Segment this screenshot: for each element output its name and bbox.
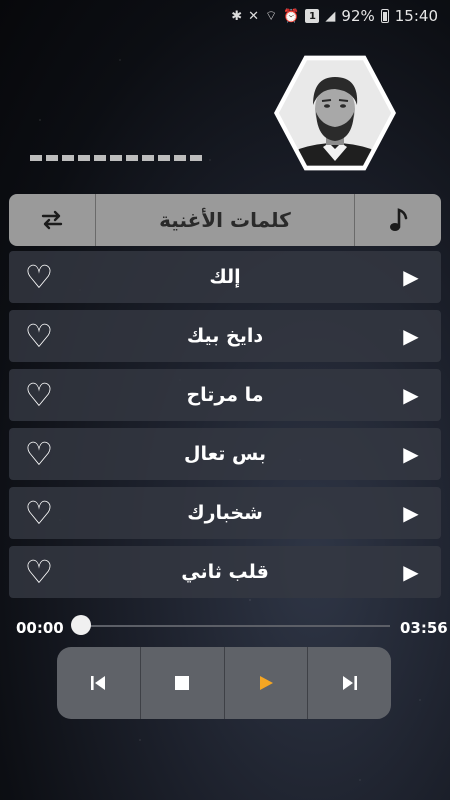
favorite-heart-icon[interactable]: ♡	[9, 556, 69, 588]
play-song-icon[interactable]: ▶	[381, 265, 441, 289]
play-icon	[259, 676, 273, 690]
avatar-frame	[274, 55, 396, 171]
equalizer-segment	[158, 155, 170, 161]
play-song-icon[interactable]: ▶	[381, 560, 441, 584]
favorite-heart-icon[interactable]: ♡	[9, 320, 69, 352]
sim-icon: 1	[305, 9, 320, 23]
equalizer-segment	[94, 155, 106, 161]
play-song-icon[interactable]: ▶	[381, 383, 441, 407]
music-note-icon	[390, 208, 408, 231]
total-duration: 03:56	[400, 619, 448, 637]
equalizer-segment	[142, 155, 154, 161]
skip-previous-icon	[91, 676, 106, 690]
clock: 15:40	[394, 7, 438, 25]
play-song-icon[interactable]: ▶	[381, 324, 441, 348]
battery-icon	[380, 9, 389, 23]
favorite-heart-icon[interactable]: ♡	[9, 379, 69, 411]
battery-percent: 92%	[341, 7, 375, 25]
song-title: دايخ بيك	[186, 325, 264, 347]
elapsed-time: 00:00	[16, 619, 64, 637]
equalizer-indicator	[30, 155, 202, 161]
song-title: شخبارك	[187, 502, 263, 524]
song-row[interactable]: ♡ دايخ بيك ▶	[9, 310, 441, 362]
next-button[interactable]	[307, 647, 391, 719]
wifi-icon: ⌔	[265, 9, 278, 24]
play-song-icon[interactable]: ▶	[381, 501, 441, 525]
equalizer-segment	[46, 155, 58, 161]
favorite-heart-icon[interactable]: ♡	[9, 261, 69, 293]
alarm-icon: ⏰	[283, 8, 300, 24]
song-row[interactable]: ♡ شخبارك ▶	[9, 487, 441, 539]
equalizer-segment	[30, 155, 42, 161]
bluetooth-icon: ✱	[231, 8, 243, 24]
song-title: بس تعال	[183, 443, 267, 465]
equalizer-segment	[110, 155, 122, 161]
artist-avatar	[274, 52, 396, 174]
previous-button[interactable]	[57, 647, 140, 719]
status-bar: ✱ ✕ ⌔ ⏰ 1 ◢ 92% 15:40	[0, 0, 450, 32]
play-song-icon[interactable]: ▶	[381, 442, 441, 466]
equalizer-segment	[174, 155, 186, 161]
artist-photo	[279, 60, 391, 166]
equalizer-segment	[78, 155, 90, 161]
mute-icon: ✕	[248, 8, 259, 24]
equalizer-segment	[126, 155, 138, 161]
stop-icon	[175, 676, 190, 690]
song-title: ما مرتاح	[186, 384, 264, 406]
lyrics-title-button[interactable]: كلمات الأغنية	[96, 194, 354, 246]
song-list: ♡ إلك ▶ ♡ دايخ بيك ▶ ♡ ما مرتاح ▶ ♡ بس ت…	[9, 251, 441, 605]
artist-portrait-icon	[279, 60, 391, 166]
music-button[interactable]	[354, 194, 441, 246]
app-screen: ✱ ✕ ⌔ ⏰ 1 ◢ 92% 15:40 كلمات الأغنية ♡ إل…	[0, 0, 450, 800]
signal-icon: ◢	[325, 8, 336, 24]
playback-controls	[57, 647, 391, 719]
lyrics-header: كلمات الأغنية	[9, 194, 441, 246]
seek-handle[interactable]	[71, 615, 91, 635]
song-row[interactable]: ♡ ما مرتاح ▶	[9, 369, 441, 421]
repeat-icon	[41, 210, 63, 230]
song-row[interactable]: ♡ قلب ثاني ▶	[9, 546, 441, 598]
repeat-button[interactable]	[9, 194, 96, 246]
stop-button[interactable]	[139, 647, 224, 719]
song-title: إلك	[209, 266, 241, 288]
favorite-heart-icon[interactable]: ♡	[9, 497, 69, 529]
skip-next-icon	[342, 676, 357, 690]
song-row[interactable]: ♡ إلك ▶	[9, 251, 441, 303]
seek-track[interactable]	[80, 625, 390, 627]
equalizer-segment	[190, 155, 202, 161]
equalizer-segment	[62, 155, 74, 161]
play-button[interactable]	[223, 647, 308, 719]
song-row[interactable]: ♡ بس تعال ▶	[9, 428, 441, 480]
favorite-heart-icon[interactable]: ♡	[9, 438, 69, 470]
song-title: قلب ثاني	[181, 561, 269, 583]
